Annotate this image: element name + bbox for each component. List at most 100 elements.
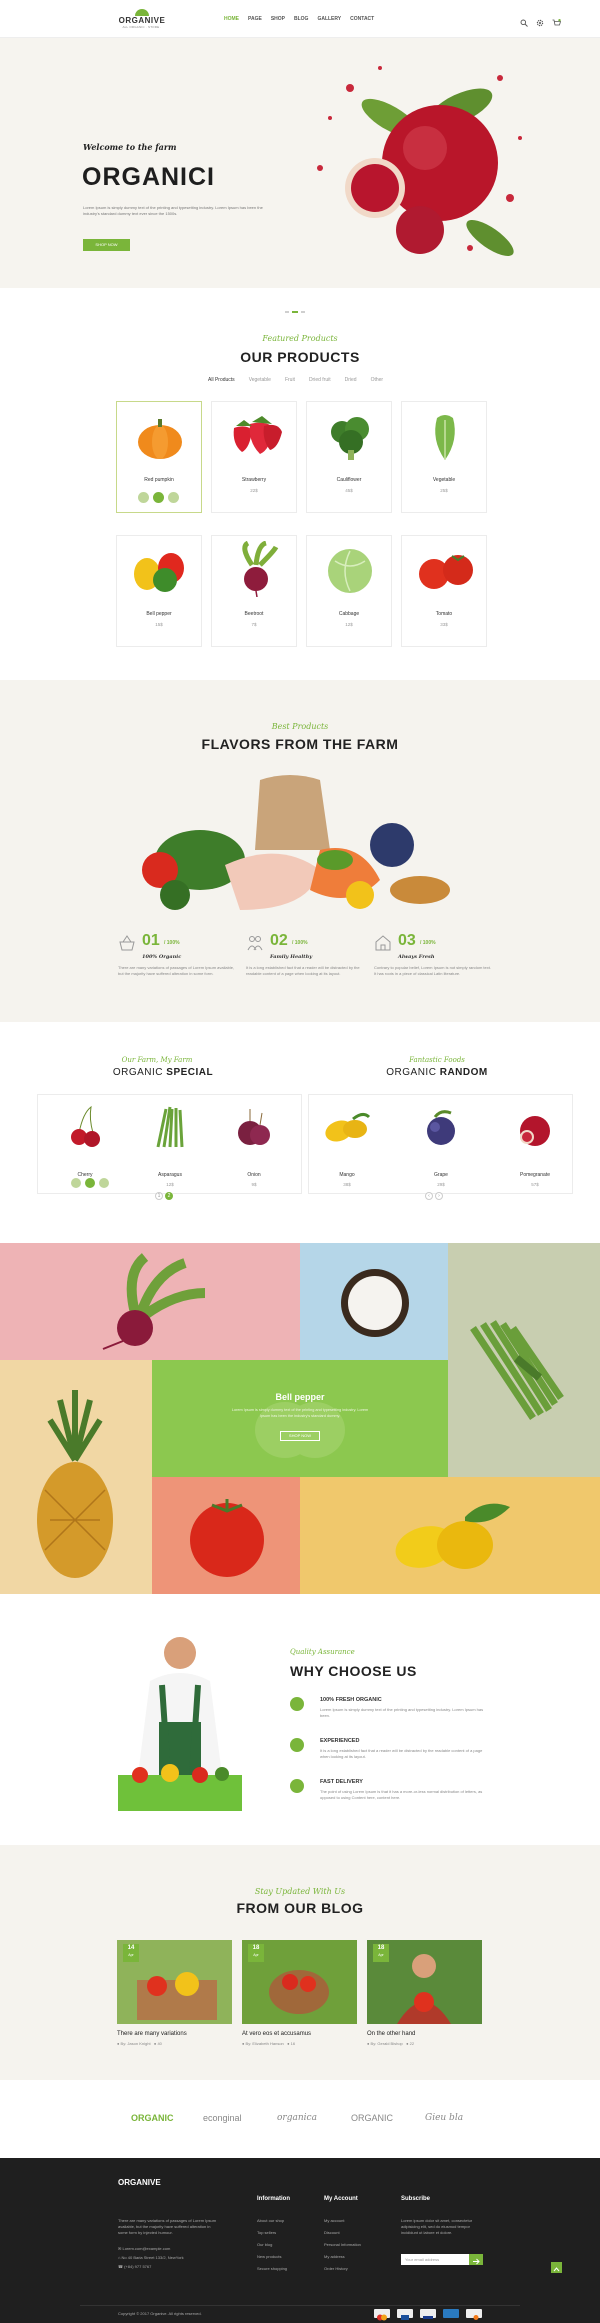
pineapple-tile[interactable] — [0, 1360, 152, 1594]
filter-vegetable[interactable]: Vegetable — [249, 377, 271, 383]
product-name: Strawberry — [241, 477, 267, 483]
footer-link[interactable]: Discount — [324, 2230, 340, 2235]
product-card[interactable]: Tomato 33$ — [401, 535, 487, 647]
nav-page[interactable]: PAGE — [248, 16, 262, 22]
product-card[interactable]: Beetroot 7$ — [211, 535, 297, 647]
bell-pepper-tile[interactable]: Bell pepper Lorem Ipsum is simply dummy … — [152, 1360, 448, 1477]
add-to-cart-icon[interactable] — [153, 492, 164, 503]
tile-shop-button[interactable]: SHOP NOW — [280, 1431, 320, 1441]
post-title[interactable]: There are many variations — [117, 2031, 187, 2037]
asparagus-tile[interactable] — [448, 1243, 600, 1477]
amex-icon — [443, 2309, 459, 2318]
visa-icon — [420, 2309, 436, 2319]
beetroot-tile[interactable] — [0, 1243, 300, 1360]
site-logo[interactable]: ORGANIVE ALL ORGANIC · STORE · — [118, 9, 166, 29]
discover-icon — [466, 2309, 482, 2320]
nav-blog[interactable]: BLOG — [294, 16, 308, 22]
filter-other[interactable]: Other — [371, 377, 384, 383]
search-icon[interactable] — [520, 14, 528, 27]
item-price: 12$ — [166, 1182, 174, 1187]
product-name: Vegetable — [432, 477, 456, 483]
feature-caption: Family Healthy — [270, 954, 313, 960]
nav-home[interactable]: HOME — [224, 16, 239, 22]
cabbage-image — [328, 549, 372, 593]
mango-tile[interactable] — [300, 1477, 600, 1594]
mango-image — [325, 1112, 371, 1142]
beetroot-large-image — [102, 1253, 206, 1350]
coconut-tile[interactable] — [300, 1243, 448, 1360]
footer-logo[interactable]: ORGANIVE — [118, 2178, 161, 2187]
brand-logo[interactable]: organica — [277, 2113, 317, 2123]
footer-link[interactable]: My address — [324, 2254, 345, 2259]
product-card[interactable]: Vegetable 25$ — [401, 401, 487, 513]
product-price: 25$ — [440, 488, 448, 493]
footer-link[interactable]: Top sellers — [257, 2230, 276, 2235]
main-nav: HOME PAGE SHOP BLOG GALLERY CONTACT — [224, 16, 374, 22]
feature-percent: / 100% — [292, 940, 308, 946]
filter-dried[interactable]: Dried — [345, 377, 357, 383]
feature-percent: / 100% — [164, 940, 180, 946]
item-price: 57$ — [531, 1182, 539, 1187]
nav-shop[interactable]: SHOP — [271, 16, 285, 22]
special-pager: 1 2 — [155, 1192, 173, 1200]
item-name: Mango — [339, 1172, 355, 1178]
hero-title: ORGANICI — [82, 163, 215, 191]
hero-slider-dots[interactable] — [285, 311, 305, 313]
next-arrow-icon[interactable]: › — [435, 1192, 443, 1200]
product-name: Cabbage — [338, 611, 360, 617]
random-subtitle: Fantastic Foods — [409, 1056, 465, 1064]
nav-contact[interactable]: CONTACT — [350, 16, 374, 22]
brand-logo[interactable]: ORGANIC — [351, 2113, 393, 2123]
pumpkin-image — [138, 419, 182, 459]
product-card[interactable]: Cabbage 12$ — [306, 535, 392, 647]
brand-logo[interactable]: Gieu bla — [425, 2113, 463, 2123]
feature-text: There are many variations of passages of… — [118, 965, 235, 976]
footer-link[interactable]: About our shop — [257, 2218, 284, 2223]
brand-logo[interactable]: ORGANIC — [131, 2113, 174, 2123]
filter-fruit[interactable]: Fruit — [285, 377, 295, 383]
product-card[interactable]: Cauliflower 45$ — [306, 401, 392, 513]
basket-icon — [119, 935, 135, 951]
footer-phone: ☎ (+84) 977 5767 — [118, 2264, 152, 2269]
quick-view-icon[interactable] — [99, 1178, 109, 1188]
add-to-cart-icon[interactable] — [85, 1178, 95, 1188]
page-1[interactable]: 1 — [155, 1192, 163, 1200]
footer-link[interactable]: Secure shopping — [257, 2266, 287, 2271]
nav-gallery[interactable]: GALLERY — [317, 16, 341, 22]
product-card[interactable]: Bell pepper 15$ — [116, 535, 202, 647]
cart-icon[interactable] — [552, 14, 562, 26]
site-footer: ORGANIVE There are many variations of pa… — [0, 2158, 600, 2323]
cauliflower-image — [331, 417, 369, 460]
wishlist-icon[interactable] — [71, 1178, 81, 1188]
wishlist-icon[interactable] — [138, 492, 149, 503]
footer-email[interactable]: ✉ Lorem.com@example.com — [118, 2246, 170, 2251]
pineapple-image — [37, 1390, 113, 1578]
grape-image — [427, 1110, 455, 1145]
post-title[interactable]: On the other hand — [367, 2031, 415, 2037]
footer-link[interactable]: Our blog — [257, 2242, 272, 2247]
product-filters: All Products Vegetable Fruit Dried fruit… — [208, 377, 383, 383]
product-name: Bell pepper — [146, 611, 172, 617]
prev-arrow-icon[interactable]: ‹ — [425, 1192, 433, 1200]
gear-icon[interactable] — [536, 14, 544, 27]
footer-link[interactable]: Order History — [324, 2266, 348, 2271]
footer-link[interactable]: New products — [257, 2254, 281, 2259]
post-title[interactable]: At vero eos et accusamus — [242, 2031, 311, 2037]
copyright: Copyright © 2017 Organive. All rights re… — [118, 2311, 202, 2316]
shop-now-button[interactable]: SHOP NOW — [83, 239, 130, 251]
strawberry-image — [233, 416, 282, 454]
footer-link[interactable]: Personal Information — [324, 2242, 361, 2247]
back-to-top-button[interactable] — [551, 2262, 562, 2273]
feature-caption: 100% Organic — [142, 954, 182, 960]
filter-dried-fruit[interactable]: Dried fruit — [309, 377, 331, 383]
brand-logo[interactable]: econginal — [203, 2113, 242, 2123]
quick-view-icon[interactable] — [168, 492, 179, 503]
footer-link[interactable]: My account — [324, 2218, 344, 2223]
subscribe-send-button[interactable] — [469, 2254, 483, 2265]
product-card[interactable]: Strawberry 22$ — [211, 401, 297, 513]
page-2[interactable]: 2 — [165, 1192, 173, 1200]
filter-all[interactable]: All Products — [208, 377, 235, 383]
why-item-title: 100% FRESH ORGANIC — [320, 1697, 382, 1703]
product-card[interactable]: Red pumpkin — [116, 401, 202, 513]
tomato-tile[interactable] — [152, 1477, 300, 1594]
